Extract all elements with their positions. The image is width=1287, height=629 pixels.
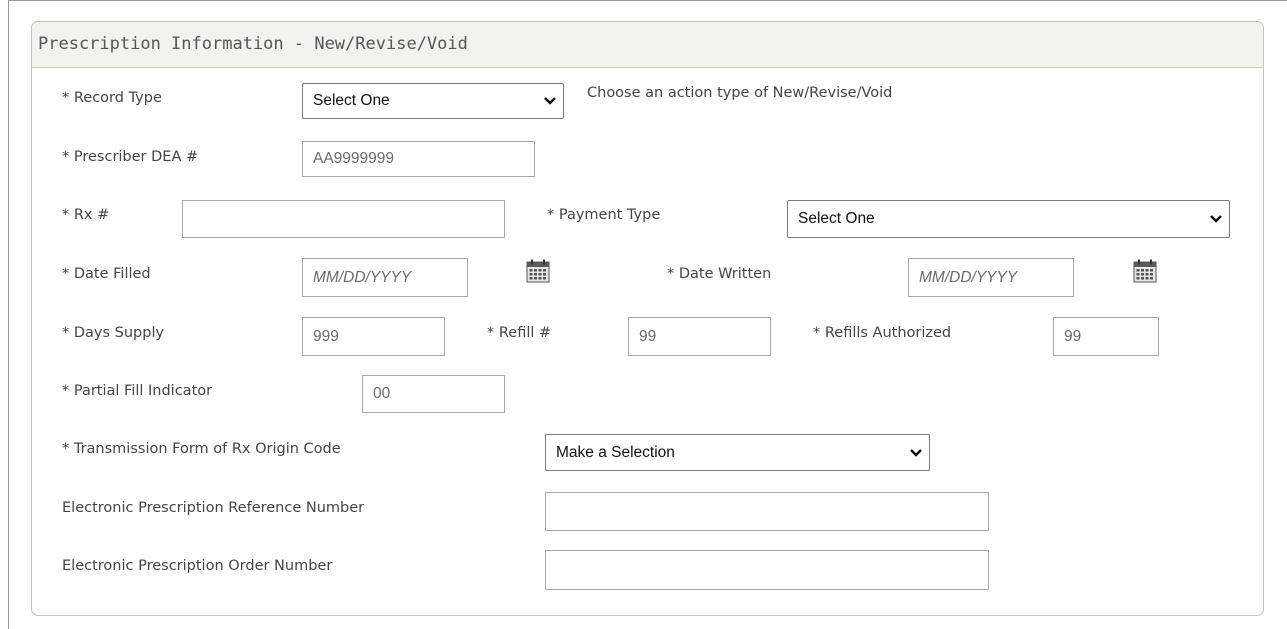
chevron-down-icon — [1210, 215, 1222, 223]
refill-number-label: * Refill # — [487, 325, 552, 341]
payment-type-select[interactable]: Select One — [787, 200, 1230, 238]
calendar-icon[interactable] — [526, 259, 550, 283]
transmission-form-value: Make a Selection — [556, 443, 675, 461]
chevron-down-icon — [910, 448, 922, 457]
date-filled-placeholder: MM/DD/YYYY — [313, 268, 412, 286]
prescriber-dea-placeholder: AA9999999 — [313, 150, 395, 167]
date-written-label: * Date Written — [667, 266, 772, 282]
prescriber-dea-label: * Prescriber DEA # — [62, 149, 199, 165]
refills-authorized-placeholder: 99 — [1064, 327, 1082, 345]
transmission-form-label: * Transmission Form of Rx Origin Code — [62, 441, 341, 457]
rx-number-input[interactable] — [182, 200, 505, 238]
transmission-form-select[interactable]: Make a Selection — [545, 434, 930, 471]
erx-order-label: Electronic Prescription Order Number — [62, 558, 333, 574]
record-type-hint: Choose an action type of New/Revise/Void — [587, 85, 893, 101]
days-supply-label: * Days Supply — [62, 325, 165, 341]
partial-fill-placeholder: 00 — [373, 385, 391, 402]
record-type-select[interactable]: Select One — [302, 83, 564, 119]
payment-type-label: * Payment Type — [547, 207, 661, 223]
days-supply-input[interactable]: 999 — [302, 317, 445, 356]
refill-number-input[interactable]: 99 — [628, 317, 771, 356]
refill-number-placeholder: 99 — [639, 327, 657, 345]
payment-type-value: Select One — [798, 210, 875, 227]
erx-reference-input[interactable] — [545, 492, 989, 531]
days-supply-placeholder: 999 — [313, 327, 339, 345]
partial-fill-label: * Partial Fill Indicator — [62, 383, 213, 399]
partial-fill-input[interactable]: 00 — [362, 375, 505, 413]
calendar-icon[interactable] — [1133, 259, 1157, 283]
chevron-down-icon — [544, 97, 556, 105]
rx-number-label: * Rx # — [62, 207, 110, 223]
panel-title: Prescription Information - New/Revise/Vo… — [38, 34, 468, 54]
refills-authorized-label: * Refills Authorized — [813, 325, 952, 341]
record-type-label: * Record Type — [62, 90, 162, 106]
date-written-input[interactable]: MM/DD/YYYY — [908, 258, 1074, 297]
panel-header: Prescription Information - New/Revise/Vo… — [32, 22, 1263, 68]
refills-authorized-input[interactable]: 99 — [1053, 317, 1159, 356]
record-type-value: Select One — [313, 92, 390, 109]
date-written-placeholder: MM/DD/YYYY — [919, 268, 1018, 286]
date-filled-input[interactable]: MM/DD/YYYY — [302, 258, 468, 297]
erx-order-input[interactable] — [545, 550, 989, 590]
prescriber-dea-input[interactable]: AA9999999 — [302, 141, 535, 177]
erx-reference-label: Electronic Prescription Reference Number — [62, 500, 365, 516]
date-filled-label: * Date Filled — [62, 266, 151, 282]
